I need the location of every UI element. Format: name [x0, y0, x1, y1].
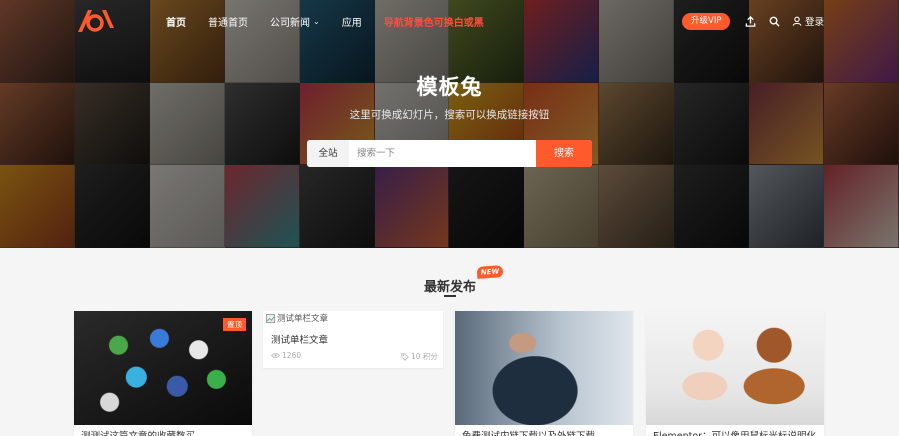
main-nav: 首页 普通首页 公司新闻 ⌄ 应用 导航背景色可换白或黑 [166, 0, 484, 42]
search-scope-select[interactable]: 全站 [307, 140, 349, 167]
post-views-count: 1260 [282, 351, 302, 360]
upload-icon[interactable] [742, 13, 758, 29]
hero-title: 模板兔 [416, 75, 483, 99]
section-title-underline [444, 295, 456, 297]
login-button[interactable]: 登录 [792, 13, 824, 29]
nav-item-nav-color-note-label: 导航背景色可换白或黑 [383, 17, 484, 29]
upgrade-vip-button[interactable]: 升级VIP [682, 13, 731, 30]
post-points-value: 10 积分 [411, 352, 438, 361]
pinned-badge: 置顶 [223, 318, 246, 331]
nav-item-home-label: 首页 [166, 17, 186, 29]
post-points: 10 积分 [401, 351, 438, 362]
post-title[interactable]: 测测试这篇文章的收藏数买 [81, 428, 195, 436]
new-badge: NEW [476, 265, 504, 279]
post-thumbnail-broken[interactable]: 测试单栏文章 [266, 312, 328, 324]
post-card[interactable]: 免费测试内链下载以及外链下载 [455, 311, 633, 436]
nav-item-apps[interactable]: 应用 [342, 14, 362, 29]
hero-banner: 首页 普通首页 公司新闻 ⌄ 应用 导航背景色可换白或黑 升级VIP 登录 模板兔… [0, 0, 899, 248]
post-thumbnail[interactable] [455, 311, 633, 425]
tag-icon [401, 352, 409, 361]
nav-item-home[interactable]: 首页 [166, 14, 186, 29]
search-input[interactable] [349, 140, 536, 167]
post-card[interactable]: 置顶 测测试这篇文章的收藏数买 [74, 311, 252, 436]
nav-item-nav-color-note[interactable]: 导航背景色可换白或黑 [384, 14, 484, 29]
search-button[interactable]: 搜索 [536, 140, 592, 167]
nav-item-company-news-label: 公司新闻 [270, 17, 310, 29]
post-title[interactable]: 免费测试内链下载以及外链下载 [462, 428, 595, 436]
logo[interactable] [74, 6, 118, 36]
top-navigation-bar: 首页 普通首页 公司新闻 ⌄ 应用 导航背景色可换白或黑 升级VIP 登录 [0, 0, 899, 42]
hero-search-bar: 全站 搜索 [307, 140, 592, 167]
post-card[interactable]: Elementor：可以像用鼠标光标说明化、变 [646, 311, 824, 436]
nav-item-company-news[interactable]: 公司新闻 ⌄ [270, 14, 320, 29]
broken-image-icon [266, 313, 275, 323]
post-title[interactable]: Elementor：可以像用鼠标光标说明化、变 [653, 428, 824, 436]
section-title: 最新发布 [424, 280, 477, 295]
latest-posts-header: 最新发布 [0, 268, 899, 298]
post-thumbnail[interactable] [646, 311, 824, 425]
search-icon[interactable] [766, 13, 782, 29]
hero-subtitle: 这里可换成幻灯片，搜索可以换成链接按钮 [349, 109, 550, 121]
user-icon [792, 16, 802, 26]
nav-item-normal-home-label: 普通首页 [208, 17, 248, 29]
post-title[interactable]: 测试单栏文章 [271, 332, 328, 346]
chevron-down-icon: ⌄ [313, 16, 320, 26]
post-thumbnail-alt-text: 测试单栏文章 [277, 314, 329, 324]
nav-item-apps-label: 应用 [341, 17, 362, 29]
post-views: 1260 [271, 351, 301, 360]
login-label: 登录 [805, 17, 825, 28]
eye-icon [271, 353, 280, 358]
post-card[interactable]: 测试单栏文章 测试单栏文章 1260 10 积分 [263, 311, 443, 368]
post-thumbnail[interactable]: 置顶 [74, 311, 252, 425]
nav-item-normal-home[interactable]: 普通首页 [208, 14, 248, 29]
